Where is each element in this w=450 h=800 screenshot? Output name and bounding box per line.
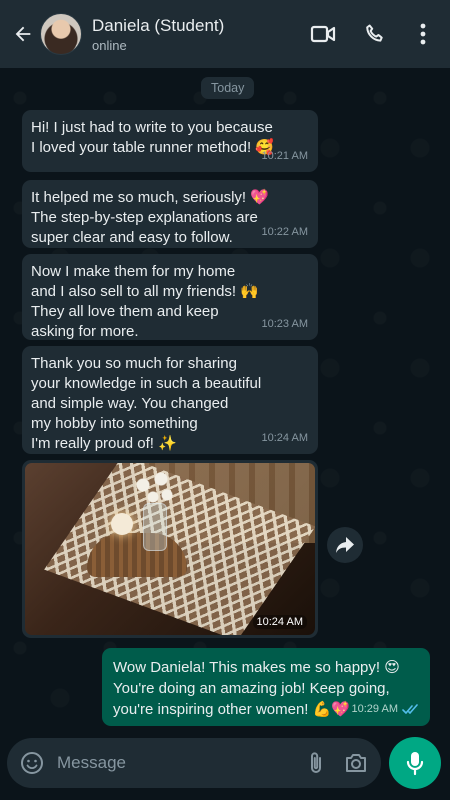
- wooden-tray: [87, 533, 187, 577]
- outgoing-message[interactable]: Wow Daniela! This makes me so happy! 😍 Y…: [102, 648, 430, 726]
- more-vertical-icon: [420, 23, 426, 45]
- glass-vase: [143, 503, 167, 551]
- message-line: your knowledge in such a beautiful: [31, 375, 262, 392]
- message-input[interactable]: [55, 752, 289, 774]
- table-runner-photo[interactable]: 10:24 AM: [25, 463, 315, 635]
- forward-arrow-icon: [336, 537, 354, 553]
- message-line: and simple way. You changed: [31, 395, 229, 412]
- contact-status: online: [92, 37, 127, 53]
- avatar[interactable]: [40, 13, 82, 55]
- voice-call-button[interactable]: [362, 21, 388, 47]
- message-time: 10:23 AM: [261, 318, 308, 330]
- message-time-wrapper: 10:29 AM: [352, 699, 420, 720]
- chat-area[interactable]: Today Hi! I just had to write to you bec…: [0, 68, 450, 732]
- double-check-icon: [402, 704, 418, 714]
- incoming-photo-message[interactable]: 10:24 AM: [22, 460, 318, 638]
- message-line: and I also sell to all my friends! 🙌: [31, 283, 259, 300]
- video-call-button[interactable]: [310, 21, 336, 47]
- message-line: Thank you so much for sharing: [31, 355, 237, 372]
- message-composer: [7, 738, 381, 788]
- back-button[interactable]: [10, 21, 36, 47]
- incoming-message[interactable]: Thank you so much for sharing your knowl…: [22, 346, 318, 454]
- chat-header: Daniela (Student) online: [0, 0, 450, 68]
- photo-time: 10:24 AM: [252, 615, 307, 629]
- message-line: Wow Daniela! This makes me so happy! 😍: [113, 659, 400, 676]
- incoming-message[interactable]: Now I make them for my home and I also s…: [22, 254, 318, 340]
- message-time: 10:21 AM: [261, 150, 308, 162]
- incoming-message[interactable]: Hi! I just had to write to you because I…: [22, 110, 318, 172]
- cotton-flowers: [133, 471, 177, 505]
- message-line: It helped me so much, seriously! 💖: [31, 189, 269, 206]
- contact-name: Daniela (Student): [92, 15, 225, 35]
- emoji-button[interactable]: [19, 750, 45, 776]
- message-time: 10:22 AM: [261, 226, 308, 238]
- voice-message-button[interactable]: [389, 737, 441, 789]
- message-time: 10:24 AM: [261, 432, 308, 444]
- attach-button[interactable]: [303, 750, 329, 776]
- message-time: 10:29 AM: [351, 703, 398, 715]
- contact-info[interactable]: Daniela (Student) online: [92, 16, 284, 53]
- camera-icon: [346, 754, 366, 772]
- paperclip-icon: [311, 752, 321, 773]
- smiley-icon: [21, 752, 43, 774]
- message-line: Hi! I just had to write to you because: [31, 119, 273, 136]
- phone-icon: [366, 24, 383, 42]
- arrow-left-icon: [15, 26, 31, 42]
- message-line: You're doing an amazing job! Keep going,: [113, 680, 390, 697]
- forward-button[interactable]: [327, 527, 363, 563]
- date-chip: Today: [201, 77, 255, 99]
- incoming-message[interactable]: It helped me so much, seriously! 💖 The s…: [22, 180, 318, 248]
- message-line: Now I make them for my home: [31, 263, 236, 280]
- menu-button[interactable]: [410, 21, 436, 47]
- video-camera-icon: [310, 25, 336, 43]
- microphone-icon: [406, 752, 424, 776]
- candle: [111, 513, 133, 535]
- camera-button[interactable]: [343, 750, 369, 776]
